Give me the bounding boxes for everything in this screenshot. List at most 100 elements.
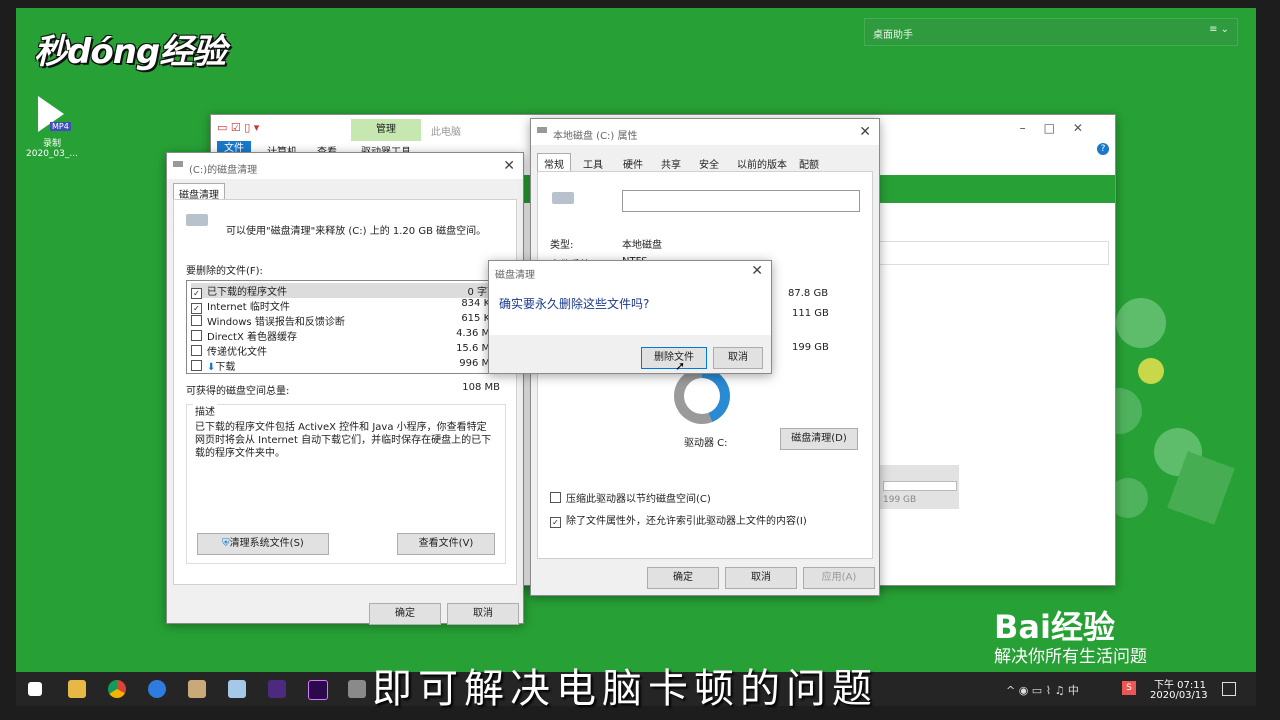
tab-previous-versions[interactable]: 以前的版本 [737, 156, 787, 171]
item-name: 传递优化文件 [207, 347, 267, 358]
paint-icon[interactable] [188, 680, 206, 698]
close-icon[interactable]: ✕ [751, 263, 763, 279]
close-icon[interactable]: ✕ [859, 124, 871, 140]
ime-icon[interactable]: S [1122, 681, 1136, 695]
view-files-button[interactable]: 查看文件(V) [397, 533, 495, 555]
list-item[interactable]: ⬇下载 996 MB [191, 358, 499, 373]
disk-cleanup-window: (C:)的磁盘清理 ✕ 磁盘清理 可以使用"磁盘清理"来释放 (C:) 上的 1… [166, 152, 524, 625]
list-item[interactable]: ✓ 已下载的程序文件 0 字节 [191, 283, 499, 299]
checkbox-delivery-opt[interactable] [191, 345, 202, 356]
clean-system-files-button[interactable]: ⛨清理系统文件(S) [197, 533, 329, 555]
description-group: 描述 已下载的程序文件包括 ActiveX 控件和 Java 小程序，你查看特定… [186, 403, 506, 564]
quick-access-toolbar: ▭ ☑ ▯ ▾ [217, 121, 260, 134]
decor-circle-2 [1138, 358, 1164, 384]
start-windows-icon[interactable] [28, 682, 42, 696]
cleanup-panel: 可以使用"磁盘清理"来释放 (C:) 上的 1.20 GB 磁盘空间。 要删除的… [173, 199, 517, 585]
disk-icon [537, 127, 547, 133]
drive-panel: 199 GB [879, 465, 959, 509]
desktop-assistant-widget[interactable]: 桌面助手 ≡ ⌄ [864, 18, 1238, 46]
confirm-dialog: 磁盘清理 ✕ 确实要永久删除这些文件吗? 删除文件 取消 ➚ [488, 260, 772, 374]
type-label: 类型: [550, 240, 574, 251]
shield-icon: ⛨ [222, 538, 230, 549]
close-icon[interactable]: ✕ [503, 158, 515, 174]
checkbox-directx-cache[interactable] [191, 330, 202, 341]
drive-name-input[interactable] [622, 190, 860, 212]
disk-icon [173, 161, 183, 167]
confirm-title: 磁盘清理 [495, 270, 535, 281]
drive-icon [186, 214, 208, 226]
ok-button[interactable]: 确定 [647, 567, 719, 589]
widget-title: 桌面助手 [873, 30, 913, 41]
drive-size: 199 GB [883, 495, 917, 505]
list-item[interactable]: Windows 错误报告和反馈诊断 615 KB [191, 313, 499, 328]
checkbox-downloads[interactable] [191, 360, 202, 371]
file-sublabel: 2020_03_... [26, 149, 78, 159]
compress-option[interactable]: 压缩此驱动器以节约磁盘空间(C) [550, 490, 711, 505]
description-text: 已下载的程序文件包括 ActiveX 控件和 Java 小程序，你查看特定网页时… [195, 422, 492, 459]
props-titlebar: 本地磁盘 (C:) 属性 ✕ [531, 119, 879, 145]
apply-button[interactable]: 应用(A) [803, 567, 875, 589]
item-name: Windows 错误报告和反馈诊断 [207, 317, 345, 328]
usage-donut [674, 368, 730, 424]
files-list-label: 要删除的文件(F): [186, 266, 263, 277]
tab-general[interactable]: 常规 [537, 153, 571, 173]
cleanup-titlebar: (C:)的磁盘清理 ✕ [167, 153, 523, 179]
tab-quota[interactable]: 配额 [799, 156, 819, 171]
file-label: 录制 [42, 139, 61, 149]
file-type-badge: MP4 [50, 122, 71, 131]
props-title: 本地磁盘 (C:) 属性 [553, 131, 638, 142]
tab-sharing[interactable]: 共享 [661, 156, 681, 171]
ok-button[interactable]: 确定 [369, 603, 441, 625]
ribbon-manage[interactable]: 管理 [351, 119, 421, 141]
free-size: 111 GB [792, 308, 829, 319]
cleanup-title: (C:)的磁盘清理 [189, 165, 258, 176]
chrome-icon[interactable] [108, 680, 126, 698]
system-tray[interactable]: ^ ◉ ▭ ⌇ ♫ 中 [1006, 682, 1079, 698]
desktop-file-icon[interactable]: MP4 录制 2020_03_... [24, 96, 80, 159]
tab-hardware[interactable]: 硬件 [623, 156, 643, 171]
drive-icon [552, 192, 574, 204]
total-label: 可获得的磁盘空间总量: [186, 386, 290, 397]
disk-cleanup-button[interactable]: 磁盘清理(D) [780, 428, 858, 450]
notification-icon[interactable] [1222, 682, 1236, 696]
list-item[interactable]: ✓ Internet 临时文件 834 KB [191, 298, 499, 314]
description-label: 描述 [193, 403, 217, 418]
index-label: 除了文件属性外，还允许索引此驱动器上文件的内容(I) [566, 516, 807, 527]
item-name: 下载 [215, 362, 236, 373]
index-checkbox[interactable]: ✓ [550, 517, 561, 528]
item-name: 已下载的程序文件 [207, 287, 287, 298]
browser-icon[interactable] [148, 680, 166, 698]
used-size: 87.8 GB [788, 288, 829, 299]
donut-hole [684, 378, 720, 414]
file-explorer-icon[interactable] [68, 680, 86, 698]
help-icon[interactable]: ? [1097, 143, 1109, 155]
cancel-button[interactable]: 取消 [447, 603, 519, 625]
notebook-icon[interactable] [228, 680, 246, 698]
confirm-body: 确实要永久删除这些文件吗? [489, 283, 771, 335]
cancel-button[interactable]: 取消 [713, 347, 763, 369]
baidu-slogan: 解决你所有生活问题 [994, 647, 1147, 667]
delete-files-button[interactable]: 删除文件 [641, 347, 707, 369]
clock-date[interactable]: 2020/03/13 [1150, 690, 1208, 701]
premiere-icon[interactable] [308, 680, 328, 700]
confirm-message: 确实要永久删除这些文件吗? [499, 297, 650, 311]
clock-time[interactable]: 下午 07:11 [1154, 676, 1206, 691]
ribbon-pc-title: 此电脑 [431, 127, 461, 138]
checkbox-error-reports[interactable] [191, 315, 202, 326]
capacity-size: 199 GB [792, 342, 829, 353]
widget-menu-icon[interactable]: ≡ ⌄ [1209, 24, 1229, 35]
index-option[interactable]: ✓ 除了文件属性外，还允许索引此驱动器上文件的内容(I) [550, 512, 807, 528]
window-controls[interactable]: –□✕ [1020, 121, 1101, 135]
video-app-icon[interactable] [268, 680, 286, 698]
tab-security[interactable]: 安全 [699, 156, 719, 171]
drive-letter-label: 驱动器 C: [684, 438, 728, 449]
disk-cleanup-taskbar-icon[interactable] [348, 680, 366, 698]
compress-checkbox[interactable] [550, 492, 561, 503]
list-item[interactable]: DirectX 着色器缓存 4.36 MB [191, 328, 499, 343]
list-item[interactable]: 传递优化文件 15.6 MB [191, 343, 499, 358]
files-list: ✓ 已下载的程序文件 0 字节 ✓ Internet 临时文件 834 KB Windo… [186, 280, 504, 374]
cancel-button[interactable]: 取消 [725, 567, 797, 589]
tab-tools[interactable]: 工具 [583, 156, 603, 171]
item-name: Internet 临时文件 [207, 302, 290, 313]
confirm-titlebar: 磁盘清理 ✕ [489, 261, 771, 283]
